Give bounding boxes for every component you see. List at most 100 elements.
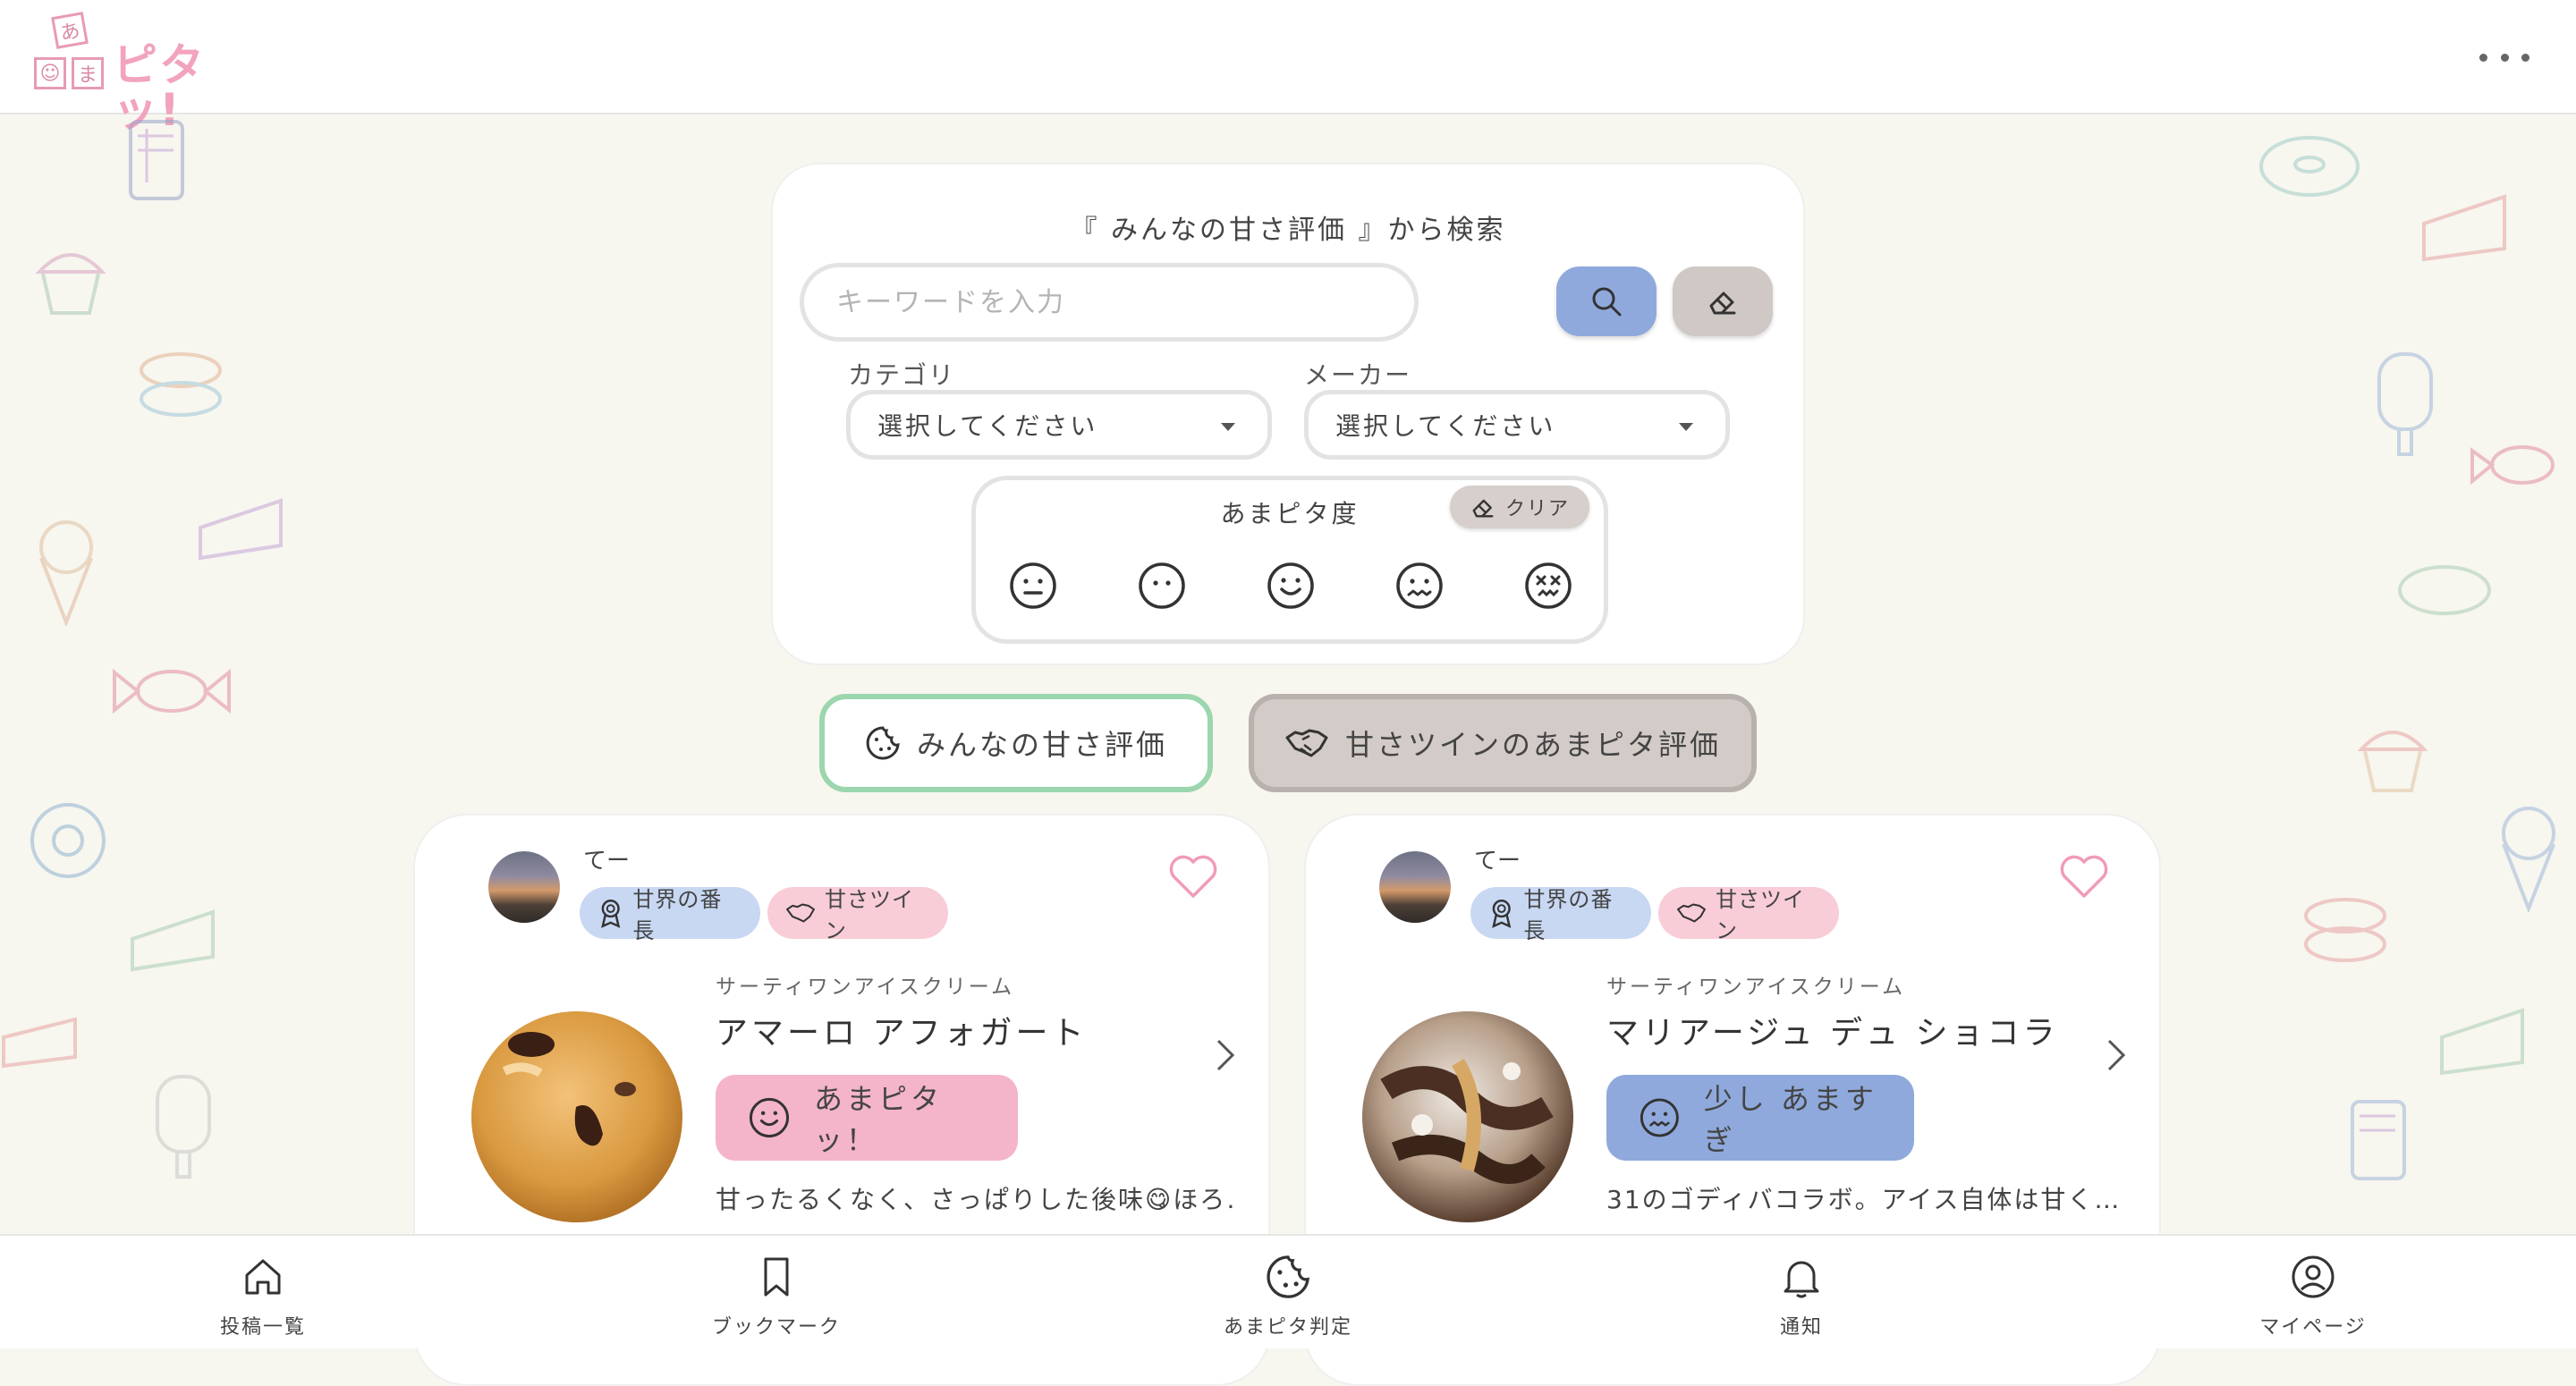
tab-everyone-label: みんなの甘さ評価: [916, 728, 1167, 762]
rating-button[interactable]: あまピタッ！: [716, 1075, 1018, 1161]
rating-label: あまピタッ！: [814, 1082, 944, 1157]
user-circle-icon: [2292, 1255, 2334, 1298]
nav-bookmark[interactable]: ブックマーク: [669, 1236, 884, 1350]
cake-slice-icon-2: [131, 909, 215, 972]
avatar[interactable]: [488, 851, 560, 923]
ellipsis-icon: [2479, 53, 2487, 62]
pancake-icon: [2398, 565, 2491, 615]
badge-label: 甘界の番長: [1523, 887, 1614, 943]
post-maker: サーティワンアイスクリーム: [716, 976, 1015, 999]
macaron-icon-2: [2304, 898, 2386, 962]
amapita-clear-button[interactable]: クリア: [1450, 486, 1589, 528]
cupcake-icon: [35, 253, 106, 315]
maker-select-value: 選択してください: [1335, 411, 1556, 441]
badge-label: 甘さツイン: [1715, 887, 1805, 943]
rating-button[interactable]: 少し あますぎ: [1606, 1075, 1914, 1161]
post-product-name: マリアージュ デュ ショコラ: [1606, 1015, 2059, 1052]
badge-label: 甘界の番長: [632, 887, 723, 943]
nav-bookmark-label: ブックマーク: [711, 1316, 841, 1339]
logo-char-a: あ: [51, 12, 89, 49]
ice-cream-cone-icon: [39, 520, 93, 626]
bottom-navigation: 投稿一覧 ブックマーク あまピタ判定 通知 マイページ: [0, 1234, 2576, 1348]
nav-posts-label: 投稿一覧: [219, 1316, 306, 1339]
nav-amapita-judge[interactable]: あまピタ判定: [1181, 1236, 1395, 1350]
maker-select[interactable]: 選択してください: [1304, 390, 1730, 460]
badge-sweets-boss: 甘界の番長: [580, 887, 760, 943]
nav-mypage-label: マイページ: [2259, 1316, 2367, 1339]
category-select-value: 選択してください: [877, 411, 1098, 441]
home-icon: [245, 1259, 281, 1295]
avatar[interactable]: [1379, 851, 1451, 923]
nav-posts[interactable]: 投稿一覧: [156, 1236, 370, 1350]
award-ribbon-icon: [601, 900, 621, 928]
cookie-icon: [866, 726, 900, 760]
search-title: 『 みんなの甘さ評価 』から検索: [1070, 215, 1506, 246]
candy-icon: [113, 668, 231, 714]
badge-sweet-twin: 甘さツイン: [1658, 887, 1839, 943]
nav-judge-label: あまピタ判定: [1223, 1316, 1352, 1339]
handshake-icon: [1677, 903, 1706, 923]
rating-label: 少し あますぎ: [1703, 1082, 1877, 1157]
ice-cream-cone-icon-2: [2502, 807, 2555, 912]
dizzy-face-icon[interactable]: [1523, 561, 1573, 611]
like-heart-icon[interactable]: [1168, 853, 1218, 900]
macaron-icon: [140, 352, 222, 417]
like-heart-icon[interactable]: [2059, 853, 2109, 900]
cake-icon-left: [2, 1017, 77, 1069]
tab-twin-ratings[interactable]: 甘さツインのあまピタ評価: [1249, 694, 1757, 792]
cake-slice-icon-3: [2422, 194, 2506, 262]
badge-label: 甘さツイン: [824, 887, 914, 943]
handshake-icon: [786, 903, 815, 923]
smile-face-icon: [749, 1097, 790, 1138]
neutral-face-icon[interactable]: [1008, 561, 1058, 611]
nav-notifications[interactable]: 通知: [1694, 1236, 1909, 1350]
cake-slice-icon-4: [2440, 1008, 2524, 1076]
search-button[interactable]: [1556, 266, 1657, 336]
tab-twin-label: 甘さツインのあまピタ評価: [1344, 728, 1721, 762]
chevron-down-icon: [1221, 423, 1235, 431]
logo-char-ma: ま: [72, 57, 104, 89]
dot-eyes-face-icon[interactable]: [1137, 561, 1187, 611]
maker-label: メーカー: [1304, 360, 1412, 390]
nav-mypage[interactable]: マイページ: [2206, 1236, 2420, 1350]
bell-icon: [1784, 1261, 1819, 1298]
award-ribbon-icon: [1492, 900, 1512, 928]
smile-face-icon[interactable]: [1266, 561, 1316, 611]
chevron-down-icon: [1679, 423, 1693, 431]
more-menu-button[interactable]: [2479, 41, 2529, 73]
bookmark-icon: [764, 1257, 789, 1297]
search-icon: [1592, 287, 1622, 317]
chocolate-icon-2: [2351, 1100, 2406, 1180]
chevron-right-icon[interactable]: [1215, 1037, 1236, 1073]
post-maker: サーティワンアイスクリーム: [1606, 976, 1906, 999]
amapita-filter: あまピタ度 クリア: [971, 476, 1608, 644]
category-label: カテゴリ: [848, 360, 956, 390]
keyword-search-input[interactable]: [800, 263, 1419, 342]
worried-face-icon[interactable]: [1394, 561, 1445, 611]
amapita-clear-label: クリア: [1504, 498, 1570, 520]
popsicle-icon-2: [2377, 352, 2433, 456]
post-comment: 甘ったるくなく、さっぱりした後味😋ほろ…: [716, 1185, 1234, 1214]
post-username: てー: [583, 848, 631, 875]
badge-sweet-twin: 甘さツイン: [767, 887, 948, 943]
badge-sweets-boss: 甘界の番長: [1470, 887, 1651, 943]
category-select[interactable]: 選択してください: [846, 390, 1272, 460]
eraser-icon: [1472, 499, 1494, 518]
clear-search-button[interactable]: [1673, 266, 1773, 336]
app-logo[interactable]: あ ☺ ま ピタッ!: [30, 12, 272, 132]
nav-notify-label: 通知: [1779, 1316, 1823, 1339]
worried-face-icon: [1640, 1098, 1679, 1137]
handshake-icon: [1285, 729, 1328, 757]
ice-cream-photo: [471, 1011, 682, 1222]
cake-slice-icon: [199, 498, 283, 561]
app-header: あ ☺ ま ピタッ!: [0, 0, 2576, 132]
chevron-right-icon[interactable]: [2106, 1037, 2127, 1073]
cupcake-icon-2: [2357, 731, 2428, 792]
logo-char-smile: ☺: [34, 57, 66, 89]
cookie-icon: [1267, 1255, 1309, 1298]
donut-icon: [2259, 136, 2360, 197]
candy-icon-2: [2470, 445, 2555, 486]
ice-cream-photo: [1362, 1011, 1573, 1222]
post-product-name: アマーロ アフォガート: [716, 1015, 1088, 1052]
tab-everyone-ratings[interactable]: みんなの甘さ評価: [819, 694, 1213, 792]
